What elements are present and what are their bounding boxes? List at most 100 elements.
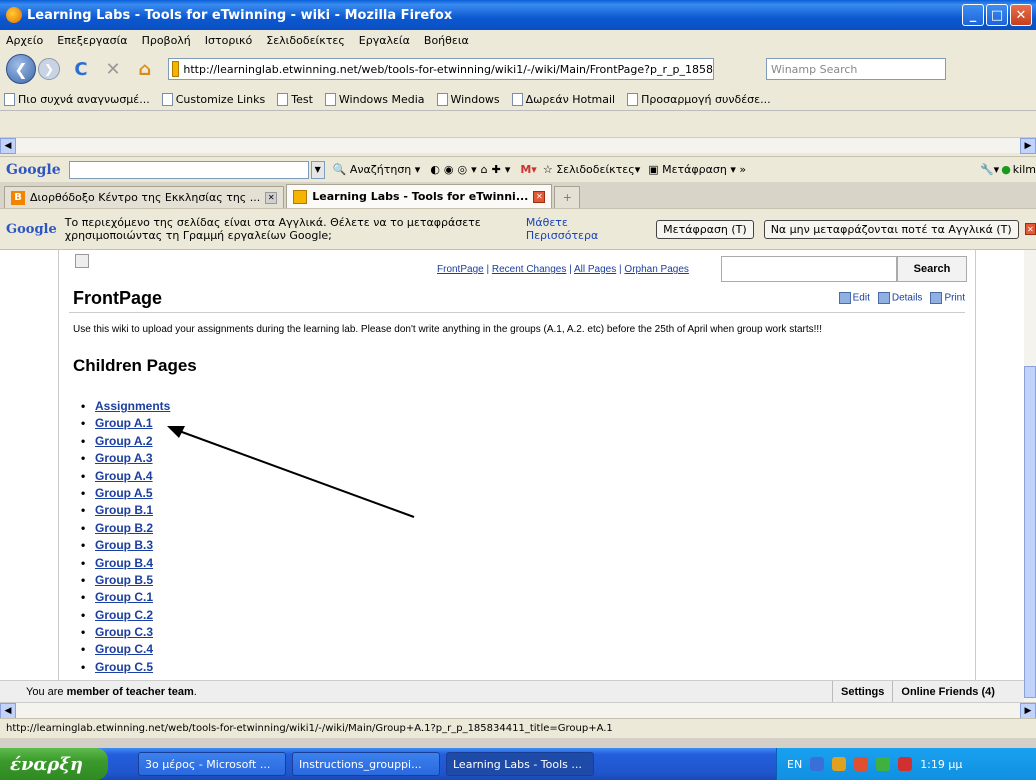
url-text: http://learninglab.etwinning.net/web/too… xyxy=(183,62,713,76)
list-item: Group A.4 xyxy=(81,468,170,485)
settings-button[interactable]: Settings xyxy=(832,680,892,703)
tab-orthodox[interactable]: B Διορθόδοξο Κέντρο της Εκκλησίας της ..… xyxy=(4,186,285,208)
child-link-group-a3[interactable]: Group A.3 xyxy=(95,450,153,467)
child-link-group-b2[interactable]: Group B.2 xyxy=(95,520,153,537)
link-recent-changes[interactable]: Recent Changes xyxy=(492,264,567,275)
language-indicator[interactable]: EN xyxy=(787,758,802,771)
bookmarks-toolbar: Πιο συχνά αναγνωσμέ... Customize Links T… xyxy=(0,88,1036,110)
google-bookmarks-button[interactable]: ☆ Σελιδοδείκτες▾ xyxy=(543,163,640,176)
close-button[interactable]: ✕ xyxy=(1010,4,1032,26)
details-icon xyxy=(877,292,890,304)
horizontal-scrollbar[interactable]: ◀ ▶ xyxy=(0,702,1036,719)
google-search-input[interactable] xyxy=(68,160,309,179)
child-link-group-b3[interactable]: Group B.3 xyxy=(95,537,153,554)
bookmark-most-visited[interactable]: Πιο συχνά αναγνωσμέ... xyxy=(4,92,150,106)
url-bar[interactable]: http://learninglab.etwinning.net/web/too… xyxy=(168,58,714,80)
gmail-icon[interactable]: M▾ xyxy=(520,163,536,176)
child-link-group-c1[interactable]: Group C.1 xyxy=(95,589,153,606)
child-link-group-c2[interactable]: Group C.2 xyxy=(95,607,153,624)
menu-tools[interactable]: Εργαλεία xyxy=(359,34,410,47)
menubar: Αρχείο Επεξεργασία Προβολή Ιστορικό Σελι… xyxy=(0,30,1036,50)
chevron-down-icon[interactable]: ▼ xyxy=(310,160,325,179)
menu-history[interactable]: Ιστορικό xyxy=(205,34,253,47)
taskbar-item-word-1[interactable]: 3ο μέρος - Microsoft ... xyxy=(138,752,286,776)
scroll-right-icon[interactable]: ▶ xyxy=(1020,703,1036,719)
child-link-group-a1[interactable]: Group A.1 xyxy=(95,415,153,432)
child-link-group-a4[interactable]: Group A.4 xyxy=(95,468,153,485)
tab-learning-labs[interactable]: Learning Labs - Tools for eTwinni... ✕ xyxy=(286,184,553,208)
menu-bookmarks[interactable]: Σελιδοδείκτες xyxy=(266,34,345,47)
child-link-group-a5[interactable]: Group A.5 xyxy=(95,485,153,502)
child-link-group-b5[interactable]: Group B.5 xyxy=(95,572,153,589)
new-tab-button[interactable]: + xyxy=(554,186,581,208)
bookmark-customize[interactable]: Προσαρμογή συνδέσε... xyxy=(627,92,771,106)
vertical-scrollbar[interactable] xyxy=(1024,250,1036,702)
start-button[interactable]: έναρξη xyxy=(0,748,108,780)
window-titlebar[interactable]: Learning Labs - Tools for eTwinning - wi… xyxy=(0,0,1036,30)
translate-button[interactable]: Μετάφραση (T) xyxy=(656,219,754,239)
google-user[interactable]: kilm xyxy=(1013,163,1036,176)
google-search-button[interactable]: 🔍 Αναζήτηση ▾ xyxy=(333,163,421,176)
help-icon[interactable] xyxy=(810,757,825,771)
child-link-group-c5[interactable]: Group C.5 xyxy=(95,659,153,676)
tab-close-icon[interactable]: ✕ xyxy=(265,191,278,204)
volume-icon[interactable] xyxy=(876,757,891,771)
home-icon[interactable]: ⌂ xyxy=(134,58,156,80)
child-link-group-b1[interactable]: Group B.1 xyxy=(95,502,153,519)
bookmark-hotmail[interactable]: Δωρεάν Hotmail xyxy=(511,92,615,106)
wiki-search-input[interactable] xyxy=(721,256,897,282)
maximize-button[interactable]: □ xyxy=(986,4,1008,26)
child-link-group-b4[interactable]: Group B.4 xyxy=(95,555,153,572)
link-frontpage[interactable]: FrontPage xyxy=(437,264,484,275)
google-translate-button[interactable]: ▣ Μετάφραση ▾ » xyxy=(648,163,746,176)
scrollbar-thumb[interactable] xyxy=(1024,366,1036,698)
scroll-left-icon[interactable]: ◀ xyxy=(0,138,16,154)
stop-icon[interactable]: ✕ xyxy=(102,58,124,80)
menu-edit[interactable]: Επεξεργασία xyxy=(57,34,127,47)
child-link-group-c3[interactable]: Group C.3 xyxy=(95,624,153,641)
search-input[interactable]: Winamp Search xyxy=(766,58,946,80)
never-translate-button[interactable]: Να μην μεταφράζονται ποτέ τα Αγγλικά (T) xyxy=(763,219,1019,239)
menu-help[interactable]: Βοήθεια xyxy=(424,34,469,47)
tab-close-icon[interactable]: ✕ xyxy=(533,190,546,203)
translate-close-icon[interactable]: ✕ xyxy=(1024,223,1036,235)
network-icon[interactable] xyxy=(854,757,869,771)
online-friends-button[interactable]: Online Friends (4) xyxy=(892,680,1003,703)
link-orphan-pages[interactable]: Orphan Pages xyxy=(624,264,689,275)
learn-more-link[interactable]: Μάθετε Περισσότερα xyxy=(526,216,636,242)
start-label: έναρξη xyxy=(10,753,84,775)
link-all-pages[interactable]: All Pages xyxy=(574,264,616,275)
bookmark-customize-links[interactable]: Customize Links xyxy=(161,92,265,106)
toolbar-icons[interactable]: ◐◉◎▾⌂✚▾ xyxy=(430,163,514,176)
child-link-group-c4[interactable]: Group C.4 xyxy=(95,641,153,658)
bookmark-test[interactable]: Test xyxy=(277,92,313,106)
bookmark-windows[interactable]: Windows xyxy=(436,92,500,106)
child-link-group-a2[interactable]: Group A.2 xyxy=(95,433,153,450)
reload-icon[interactable]: C xyxy=(70,58,92,80)
forward-button[interactable]: ❯ xyxy=(38,58,60,80)
menu-view[interactable]: Προβολή xyxy=(142,34,191,47)
scroll-right-icon[interactable]: ▶ xyxy=(1020,138,1036,154)
wrench-icon[interactable]: 🔧▾ xyxy=(980,163,999,176)
bookmark-windows-media[interactable]: Windows Media xyxy=(324,92,425,106)
child-link-assignments[interactable]: Assignments xyxy=(95,398,170,415)
bookmark-label: Test xyxy=(291,92,313,106)
edit-link[interactable]: Edit xyxy=(838,292,870,304)
horizontal-scrollbar[interactable]: ◀ ▶ xyxy=(0,137,1036,154)
antivirus-icon[interactable] xyxy=(898,757,913,771)
menu-file[interactable]: Αρχείο xyxy=(6,34,43,47)
taskbar-item-firefox[interactable]: Learning Labs - Tools ... xyxy=(446,752,594,776)
details-link[interactable]: Details xyxy=(877,292,922,304)
print-link[interactable]: Print xyxy=(930,292,965,304)
list-item: Group B.5 xyxy=(81,572,170,589)
wiki-search-button[interactable]: Search xyxy=(897,256,967,282)
shield-icon[interactable] xyxy=(832,757,847,771)
minimize-button[interactable]: _ xyxy=(962,4,984,26)
scroll-left-icon[interactable]: ◀ xyxy=(0,703,16,719)
taskbar-item-word-2[interactable]: Instructions_grouppi... xyxy=(292,752,440,776)
list-item: Group C.5 xyxy=(81,659,170,676)
back-button[interactable]: ❮ xyxy=(6,54,36,84)
intro-text: Use this wiki to upload your assignments… xyxy=(73,324,822,335)
clock: 1:19 μμ xyxy=(920,757,963,771)
window-title: Learning Labs - Tools for eTwinning - wi… xyxy=(27,7,453,23)
